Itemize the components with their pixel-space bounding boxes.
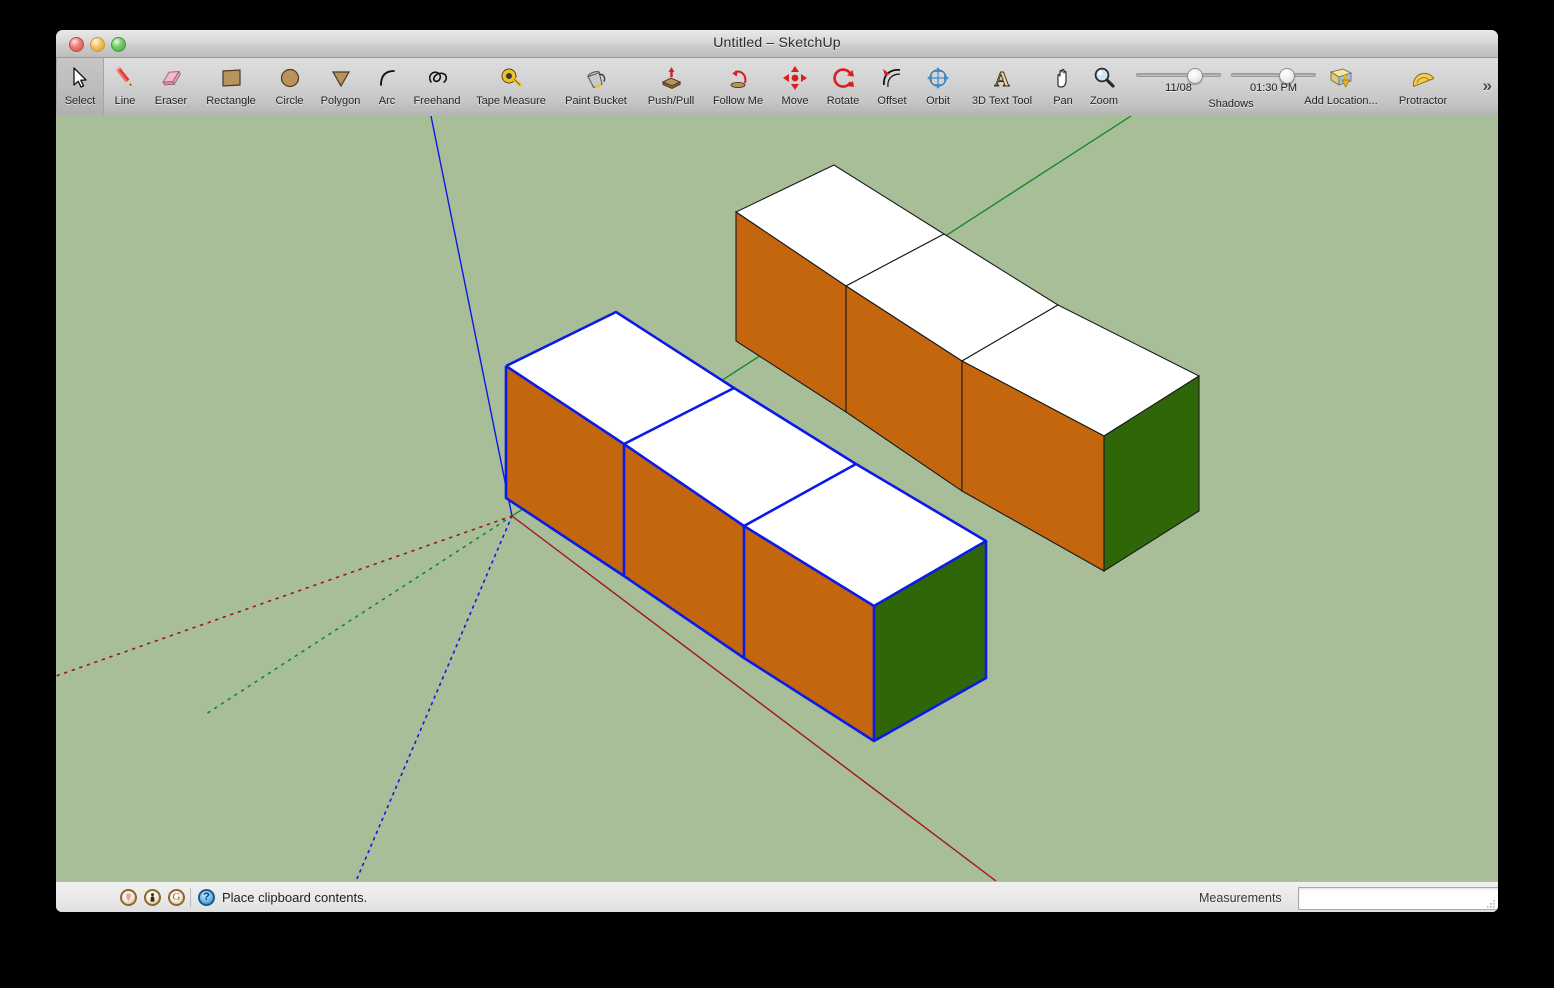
follow-me-icon xyxy=(723,58,753,96)
help-question-icon[interactable]: ? xyxy=(198,889,215,906)
circle-icon xyxy=(275,58,305,96)
measurements-input[interactable] xyxy=(1298,887,1498,910)
location-pin-icon[interactable] xyxy=(120,889,137,906)
tool-freehand[interactable]: Freehand xyxy=(406,58,468,116)
tape-measure-icon xyxy=(496,58,526,96)
move-icon xyxy=(780,58,810,96)
tool-label: 3D Text Tool xyxy=(972,96,1032,107)
tool-follow-me[interactable]: Follow Me xyxy=(704,58,772,116)
arrow-cursor-icon xyxy=(65,58,95,96)
tool-label: Rotate xyxy=(827,96,859,107)
statusbar-divider xyxy=(190,888,191,907)
tool-label: Select xyxy=(65,96,96,107)
resize-grip[interactable] xyxy=(1484,899,1496,911)
tool-move[interactable]: Move xyxy=(772,58,818,116)
eraser-icon xyxy=(156,58,186,96)
freehand-icon xyxy=(422,58,452,96)
window-title: Untitled – SketchUp xyxy=(56,34,1498,50)
status-message: Place clipboard contents. xyxy=(222,890,367,905)
rotate-icon xyxy=(828,58,858,96)
tool-label: Polygon xyxy=(321,96,361,107)
tool-label: Pan xyxy=(1053,96,1073,107)
tool-label: Eraser xyxy=(155,96,187,107)
tool-label: Orbit xyxy=(926,96,950,107)
offset-icon xyxy=(877,58,907,96)
tool-label: Line xyxy=(115,96,136,107)
shadows-group-label: Shadows xyxy=(1136,98,1326,110)
tool-line[interactable]: Line xyxy=(104,58,146,116)
add-location-icon xyxy=(1326,58,1356,96)
text-3d-icon: A xyxy=(987,58,1017,96)
tool-label: Zoom xyxy=(1090,96,1118,107)
tool-label: Move xyxy=(782,96,809,107)
tool-label: Rectangle xyxy=(206,96,256,107)
tool-arc[interactable]: Arc xyxy=(368,58,406,116)
screen: Untitled – SketchUp Select Line Eraser Rect… xyxy=(0,0,1554,988)
pencil-icon xyxy=(110,58,140,96)
tool-select[interactable]: Select xyxy=(56,58,104,116)
slider-track xyxy=(1136,73,1221,77)
tool-offset[interactable]: Offset xyxy=(868,58,916,116)
tool-orbit[interactable]: Orbit xyxy=(916,58,960,116)
tool-label: Arc xyxy=(379,96,396,107)
status-bar: G ? Place clipboard contents. Measuremen… xyxy=(56,881,1498,912)
tool-label: Paint Bucket xyxy=(565,96,627,107)
measurements-label: Measurements xyxy=(1199,891,1282,905)
tool-pan[interactable]: Pan xyxy=(1044,58,1082,116)
tool-label: Offset xyxy=(877,96,906,107)
tool-paint-bucket[interactable]: Paint Bucket xyxy=(554,58,638,116)
tool-label: Freehand xyxy=(413,96,460,107)
shadow-date-slider[interactable] xyxy=(1136,68,1221,82)
main-toolbar: Select Line Eraser Rectangle Circle Polygon Ar… xyxy=(56,58,1498,117)
tool-push-pull[interactable]: Push/Pull xyxy=(638,58,704,116)
tool-label: Protractor xyxy=(1399,96,1447,107)
slider-track xyxy=(1231,73,1316,77)
paint-bucket-icon xyxy=(581,58,611,96)
tool-label: Follow Me xyxy=(713,96,763,107)
tool-rotate[interactable]: Rotate xyxy=(818,58,868,116)
arc-icon xyxy=(372,58,402,96)
push-pull-icon xyxy=(656,58,686,96)
tool-label: Circle xyxy=(275,96,303,107)
google-g-icon[interactable]: G xyxy=(168,889,185,906)
shadow-date-value: 11/08 xyxy=(1136,82,1221,94)
shadows-control-group: 11/08 01:30 PM Shadows xyxy=(1136,58,1326,116)
protractor-icon xyxy=(1408,58,1438,96)
tool-label: Tape Measure xyxy=(476,96,546,107)
polygon-icon xyxy=(326,58,356,96)
orbit-icon xyxy=(923,58,953,96)
tool-rectangle[interactable]: Rectangle xyxy=(196,58,266,116)
tool-eraser[interactable]: Eraser xyxy=(146,58,196,116)
title-bar: Untitled – SketchUp xyxy=(56,30,1498,58)
person-icon[interactable] xyxy=(144,889,161,906)
tool-tape-measure[interactable]: Tape Measure xyxy=(468,58,554,116)
tool-zoom[interactable]: Zoom xyxy=(1082,58,1126,116)
shadow-time-slider[interactable] xyxy=(1231,68,1316,82)
toolbar-overflow-button[interactable]: » xyxy=(1483,76,1490,96)
sketchup-window: Untitled – SketchUp Select Line Eraser Rect… xyxy=(56,30,1498,912)
svg-text:A: A xyxy=(994,67,1010,91)
tool-3d-text-tool[interactable]: A 3D Text Tool xyxy=(960,58,1044,116)
magnifier-icon xyxy=(1089,58,1119,96)
model-canvas[interactable] xyxy=(56,116,1498,881)
tool-polygon[interactable]: Polygon xyxy=(313,58,368,116)
rectangle-icon xyxy=(216,58,246,96)
tool-label: Push/Pull xyxy=(648,96,694,107)
tool-protractor[interactable]: Protractor xyxy=(1387,58,1459,116)
model-viewport[interactable] xyxy=(56,116,1498,881)
hand-icon xyxy=(1048,58,1078,96)
tool-circle[interactable]: Circle xyxy=(266,58,313,116)
shadow-time-value: 01:30 PM xyxy=(1231,82,1316,94)
